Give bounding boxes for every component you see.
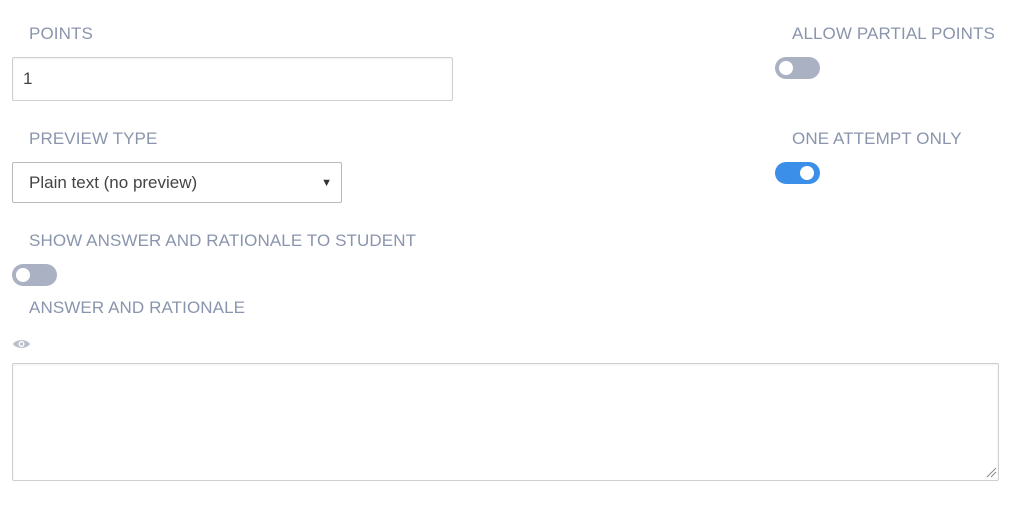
answer-rationale-label: ANSWER AND RATIONALE	[29, 298, 246, 317]
toggle-knob	[800, 166, 814, 180]
points-input[interactable]	[12, 57, 453, 101]
resize-handle-icon[interactable]	[985, 466, 997, 478]
allow-partial-points-label: ALLOW PARTIAL POINTS	[792, 24, 995, 43]
allow-partial-points-toggle[interactable]	[775, 57, 820, 79]
preview-type-label: PREVIEW TYPE	[29, 129, 158, 148]
show-answer-label: SHOW ANSWER AND RATIONALE TO STUDENT	[29, 231, 417, 250]
dropdown-arrow-icon: ▼	[321, 176, 332, 189]
toggle-knob	[16, 268, 30, 282]
points-label: POINTS	[29, 24, 93, 43]
preview-type-selected-value: Plain text (no preview)	[29, 172, 198, 192]
question-settings-form: POINTS ALLOW PARTIAL POINTS PREVIEW TYPE…	[0, 0, 1012, 525]
toggle-knob	[779, 61, 793, 75]
answer-rationale-textarea[interactable]	[12, 363, 999, 481]
eye-icon[interactable]	[12, 337, 31, 351]
preview-type-select[interactable]: Plain text (no preview) ▼	[12, 162, 342, 203]
one-attempt-only-label: ONE ATTEMPT ONLY	[792, 129, 962, 148]
one-attempt-only-toggle[interactable]	[775, 162, 820, 184]
show-answer-toggle[interactable]	[12, 264, 57, 286]
